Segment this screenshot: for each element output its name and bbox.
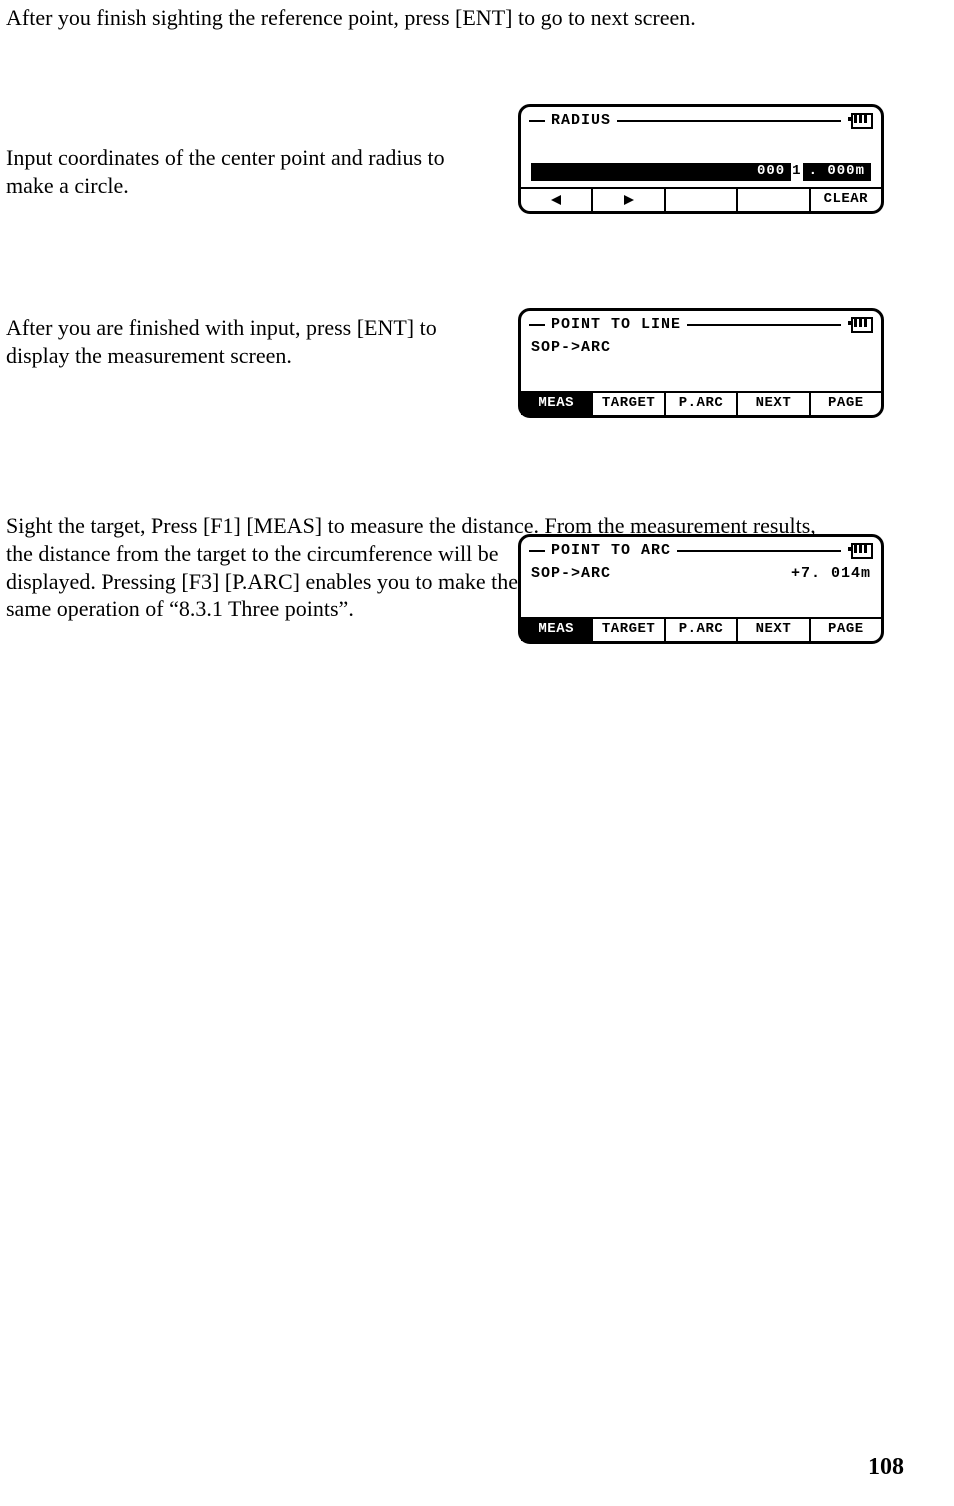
intro-paragraph-2: Input coordinates of the center point an… [6,144,476,199]
sop-arc-label: SOP->ARC [531,565,611,584]
battery-icon [851,543,873,559]
softkey-f2-target[interactable]: TARGET [593,619,665,641]
softkey-row: MEAS TARGET P.ARC NEXT PAGE [521,391,881,415]
distance-value: +7. 014m [791,565,871,584]
sop-arc-label: SOP->ARC [531,339,611,358]
softkey-f1-left[interactable] [521,189,593,211]
softkey-f5-page[interactable]: PAGE [811,619,881,641]
softkey-f3-parc[interactable]: P.ARC [666,619,738,641]
softkey-f4-next[interactable]: NEXT [738,393,810,415]
radius-input-bar: 000 1 . 000m [531,163,871,181]
radius-cursor-digit: 1 [792,163,801,181]
softkey-f3-empty[interactable] [666,189,738,211]
softkey-f1-meas[interactable]: MEAS [521,393,593,415]
screen-title: POINT TO LINE [551,316,681,335]
softkey-f2-right[interactable] [593,189,665,211]
softkey-f4-next[interactable]: NEXT [738,619,810,641]
softkey-f5-clear[interactable]: CLEAR [811,189,881,211]
arrow-left-icon [551,195,561,205]
battery-icon [851,113,873,129]
softkey-row: MEAS TARGET P.ARC NEXT PAGE [521,617,881,641]
softkey-f5-page[interactable]: PAGE [811,393,881,415]
softkey-f4-empty[interactable] [738,189,810,211]
softkey-f2-target[interactable]: TARGET [593,393,665,415]
battery-icon [851,317,873,333]
softkey-row: CLEAR [521,187,881,211]
intro-paragraph-4-rest: the distance from the target to the circ… [6,540,521,623]
softkey-f3-parc[interactable]: P.ARC [666,393,738,415]
softkey-f1-meas[interactable]: MEAS [521,619,593,641]
radius-value-right: . 000m [803,163,871,181]
lcd-screen-radius: RADIUS 000 1 . 000m CLEAR [518,104,884,214]
screen-title: POINT TO ARC [551,542,671,561]
page-number: 108 [868,1452,904,1482]
arrow-right-icon [624,195,634,205]
lcd-screen-point-to-line: POINT TO LINE SOP->ARC MEAS TARGET P.ARC… [518,308,884,418]
screen-title: RADIUS [551,112,611,131]
radius-value-left: 000 [751,163,791,181]
intro-paragraph-3: After you are finished with input, press… [6,314,496,369]
intro-paragraph-1: After you finish sighting the reference … [6,4,896,32]
lcd-screen-point-to-arc: POINT TO ARC SOP->ARC +7. 014m MEAS TARG… [518,534,884,644]
